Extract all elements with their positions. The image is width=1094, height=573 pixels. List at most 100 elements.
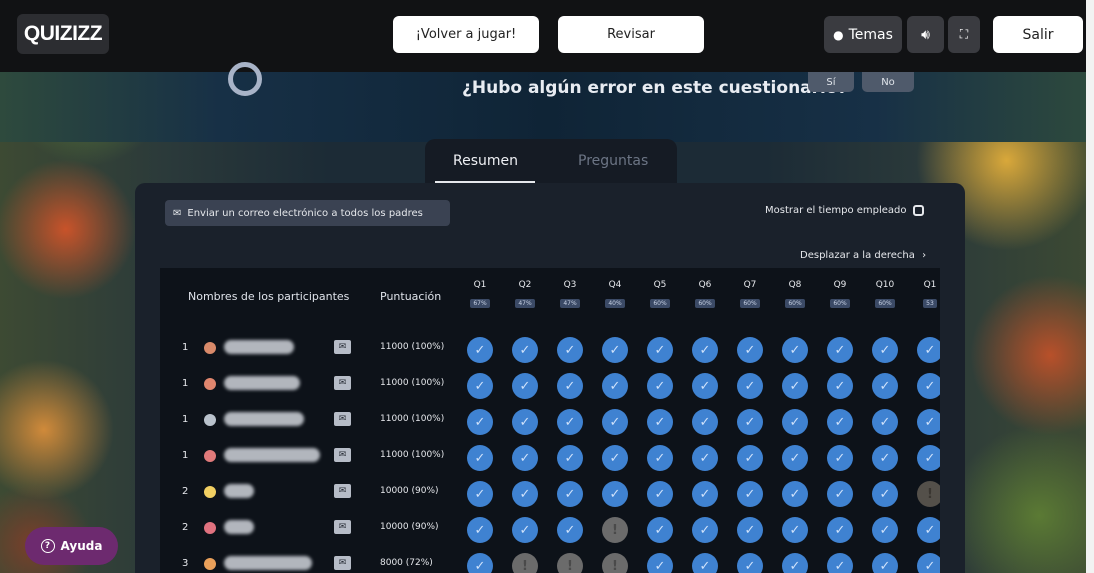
correct-answer-icon[interactable]: ✓	[737, 517, 763, 543]
correct-answer-icon[interactable]: ✓	[782, 337, 808, 363]
correct-answer-icon[interactable]: ✓	[647, 553, 673, 573]
question-column-header[interactable]: Q9 60%	[825, 280, 855, 309]
question-column-header[interactable]: Q2 47%	[510, 280, 540, 309]
mail-icon[interactable]: ✉	[334, 484, 351, 498]
table-row[interactable]: 1 ✉ 11000 (100%) ✓ ✓ ✓ ✓ ✓ ✓ ✓ ✓ ✓ ✓ ✓	[160, 367, 940, 403]
incorrect-answer-icon[interactable]: !	[602, 517, 628, 543]
correct-answer-icon[interactable]: ✓	[917, 373, 940, 399]
mail-icon[interactable]: ✉	[334, 520, 351, 534]
question-column-header[interactable]: Q4 40%	[600, 280, 630, 309]
correct-answer-icon[interactable]: ✓	[602, 373, 628, 399]
correct-answer-icon[interactable]: ✓	[602, 481, 628, 507]
table-row[interactable]: 1 ✉ 11000 (100%) ✓ ✓ ✓ ✓ ✓ ✓ ✓ ✓ ✓ ✓ ✓	[160, 439, 940, 475]
correct-answer-icon[interactable]: ✓	[827, 481, 853, 507]
correct-answer-icon[interactable]: ✓	[692, 553, 718, 573]
correct-answer-icon[interactable]: ✓	[782, 445, 808, 471]
correct-answer-icon[interactable]: ✓	[557, 445, 583, 471]
help-button[interactable]: ? Ayuda	[25, 527, 118, 565]
correct-answer-icon[interactable]: ✓	[782, 409, 808, 435]
correct-answer-icon[interactable]: ✓	[647, 445, 673, 471]
tab-questions[interactable]: Preguntas	[578, 153, 648, 169]
correct-answer-icon[interactable]: ✓	[872, 517, 898, 543]
table-row[interactable]: 2 ✉ 10000 (90%) ✓ ✓ ✓ ✓ ✓ ✓ ✓ ✓ ✓ ✓!	[160, 475, 940, 511]
correct-answer-icon[interactable]: ✓	[467, 445, 493, 471]
mail-icon[interactable]: ✉	[334, 376, 351, 390]
correct-answer-icon[interactable]: ✓	[467, 517, 493, 543]
correct-answer-icon[interactable]: ✓	[692, 481, 718, 507]
correct-answer-icon[interactable]: ✓	[917, 553, 940, 573]
fullscreen-button[interactable]: ⛶	[948, 16, 980, 53]
correct-answer-icon[interactable]: ✓	[647, 373, 673, 399]
table-row[interactable]: 1 ✉ 11000 (100%) ✓ ✓ ✓ ✓ ✓ ✓ ✓ ✓ ✓ ✓ ✓	[160, 403, 940, 439]
correct-answer-icon[interactable]: ✓	[827, 553, 853, 573]
correct-answer-icon[interactable]: ✓	[872, 445, 898, 471]
correct-answer-icon[interactable]: ✓	[782, 553, 808, 573]
correct-answer-icon[interactable]: ✓	[872, 409, 898, 435]
correct-answer-icon[interactable]: ✓	[557, 481, 583, 507]
correct-answer-icon[interactable]: ✓	[512, 409, 538, 435]
correct-answer-icon[interactable]: ✓	[737, 373, 763, 399]
question-column-header[interactable]: Q7 60%	[735, 280, 765, 309]
correct-answer-icon[interactable]: ✓	[737, 481, 763, 507]
question-column-header[interactable]: Q1 67%	[465, 280, 495, 309]
correct-answer-icon[interactable]: ✓	[782, 373, 808, 399]
correct-answer-icon[interactable]: ✓	[827, 409, 853, 435]
correct-answer-icon[interactable]: ✓	[782, 481, 808, 507]
show-time-checkbox[interactable]	[912, 205, 924, 216]
incorrect-answer-icon[interactable]: !	[602, 553, 628, 573]
incorrect-answer-icon[interactable]: !	[512, 553, 538, 573]
correct-answer-icon[interactable]: ✓	[872, 553, 898, 573]
correct-answer-icon[interactable]: ✓	[737, 337, 763, 363]
correct-answer-icon[interactable]: ✓	[917, 445, 940, 471]
correct-answer-icon[interactable]: ✓	[872, 337, 898, 363]
mail-icon[interactable]: ✉	[334, 340, 351, 354]
correct-answer-icon[interactable]: ✓	[917, 337, 940, 363]
themes-button[interactable]: ● Temas	[824, 16, 902, 53]
partial-answer-icon[interactable]: !	[917, 481, 940, 507]
correct-answer-icon[interactable]: ✓	[557, 337, 583, 363]
correct-answer-icon[interactable]: ✓	[692, 373, 718, 399]
question-column-header[interactable]: Q5 60%	[645, 280, 675, 309]
question-column-header[interactable]: Q3 47%	[555, 280, 585, 309]
correct-answer-icon[interactable]: ✓	[647, 337, 673, 363]
review-button[interactable]: Revisar	[558, 16, 704, 53]
mail-icon[interactable]: ✉	[334, 448, 351, 462]
mail-icon[interactable]: ✉	[334, 556, 351, 570]
sound-button[interactable]: 🔊︎	[907, 16, 944, 53]
correct-answer-icon[interactable]: ✓	[647, 517, 673, 543]
correct-answer-icon[interactable]: ✓	[602, 409, 628, 435]
correct-answer-icon[interactable]: ✓	[692, 409, 718, 435]
correct-answer-icon[interactable]: ✓	[827, 445, 853, 471]
feedback-no-button[interactable]: No	[862, 72, 914, 92]
correct-answer-icon[interactable]: ✓	[647, 481, 673, 507]
correct-answer-icon[interactable]: ✓	[692, 517, 718, 543]
correct-answer-icon[interactable]: ✓	[467, 373, 493, 399]
correct-answer-icon[interactable]: ✓	[512, 445, 538, 471]
results-table[interactable]: Nombres de los participantes Puntuación …	[160, 268, 940, 573]
correct-answer-icon[interactable]: ✓	[872, 481, 898, 507]
correct-answer-icon[interactable]: ✓	[467, 337, 493, 363]
correct-answer-icon[interactable]: ✓	[827, 373, 853, 399]
correct-answer-icon[interactable]: ✓	[602, 445, 628, 471]
table-row[interactable]: 2 ✉ 10000 (90%) ✓ ✓ ✓! ✓ ✓ ✓ ✓ ✓ ✓ ✓	[160, 511, 940, 547]
correct-answer-icon[interactable]: ✓	[512, 481, 538, 507]
correct-answer-icon[interactable]: ✓	[512, 517, 538, 543]
correct-answer-icon[interactable]: ✓	[692, 445, 718, 471]
correct-answer-icon[interactable]: ✓	[557, 409, 583, 435]
play-again-button[interactable]: ¡Volver a jugar!	[393, 16, 539, 53]
question-column-header[interactable]: Q6 60%	[690, 280, 720, 309]
correct-answer-icon[interactable]: ✓	[917, 517, 940, 543]
correct-answer-icon[interactable]: ✓	[917, 409, 940, 435]
email-parents-button[interactable]: ✉ Enviar un correo electrónico a todos l…	[165, 200, 450, 226]
correct-answer-icon[interactable]: ✓	[827, 517, 853, 543]
correct-answer-icon[interactable]: ✓	[782, 517, 808, 543]
correct-answer-icon[interactable]: ✓	[827, 337, 853, 363]
show-time-toggle[interactable]: Mostrar el tiempo empleado	[765, 205, 924, 216]
correct-answer-icon[interactable]: ✓	[512, 337, 538, 363]
correct-answer-icon[interactable]: ✓	[467, 409, 493, 435]
correct-answer-icon[interactable]: ✓	[557, 373, 583, 399]
table-row[interactable]: 1 ✉ 11000 (100%) ✓ ✓ ✓ ✓ ✓ ✓ ✓ ✓ ✓ ✓ ✓	[160, 331, 940, 367]
scroll-right-link[interactable]: Desplazar a la derecha ›	[800, 250, 926, 261]
mail-icon[interactable]: ✉	[334, 412, 351, 426]
correct-answer-icon[interactable]: ✓	[737, 445, 763, 471]
